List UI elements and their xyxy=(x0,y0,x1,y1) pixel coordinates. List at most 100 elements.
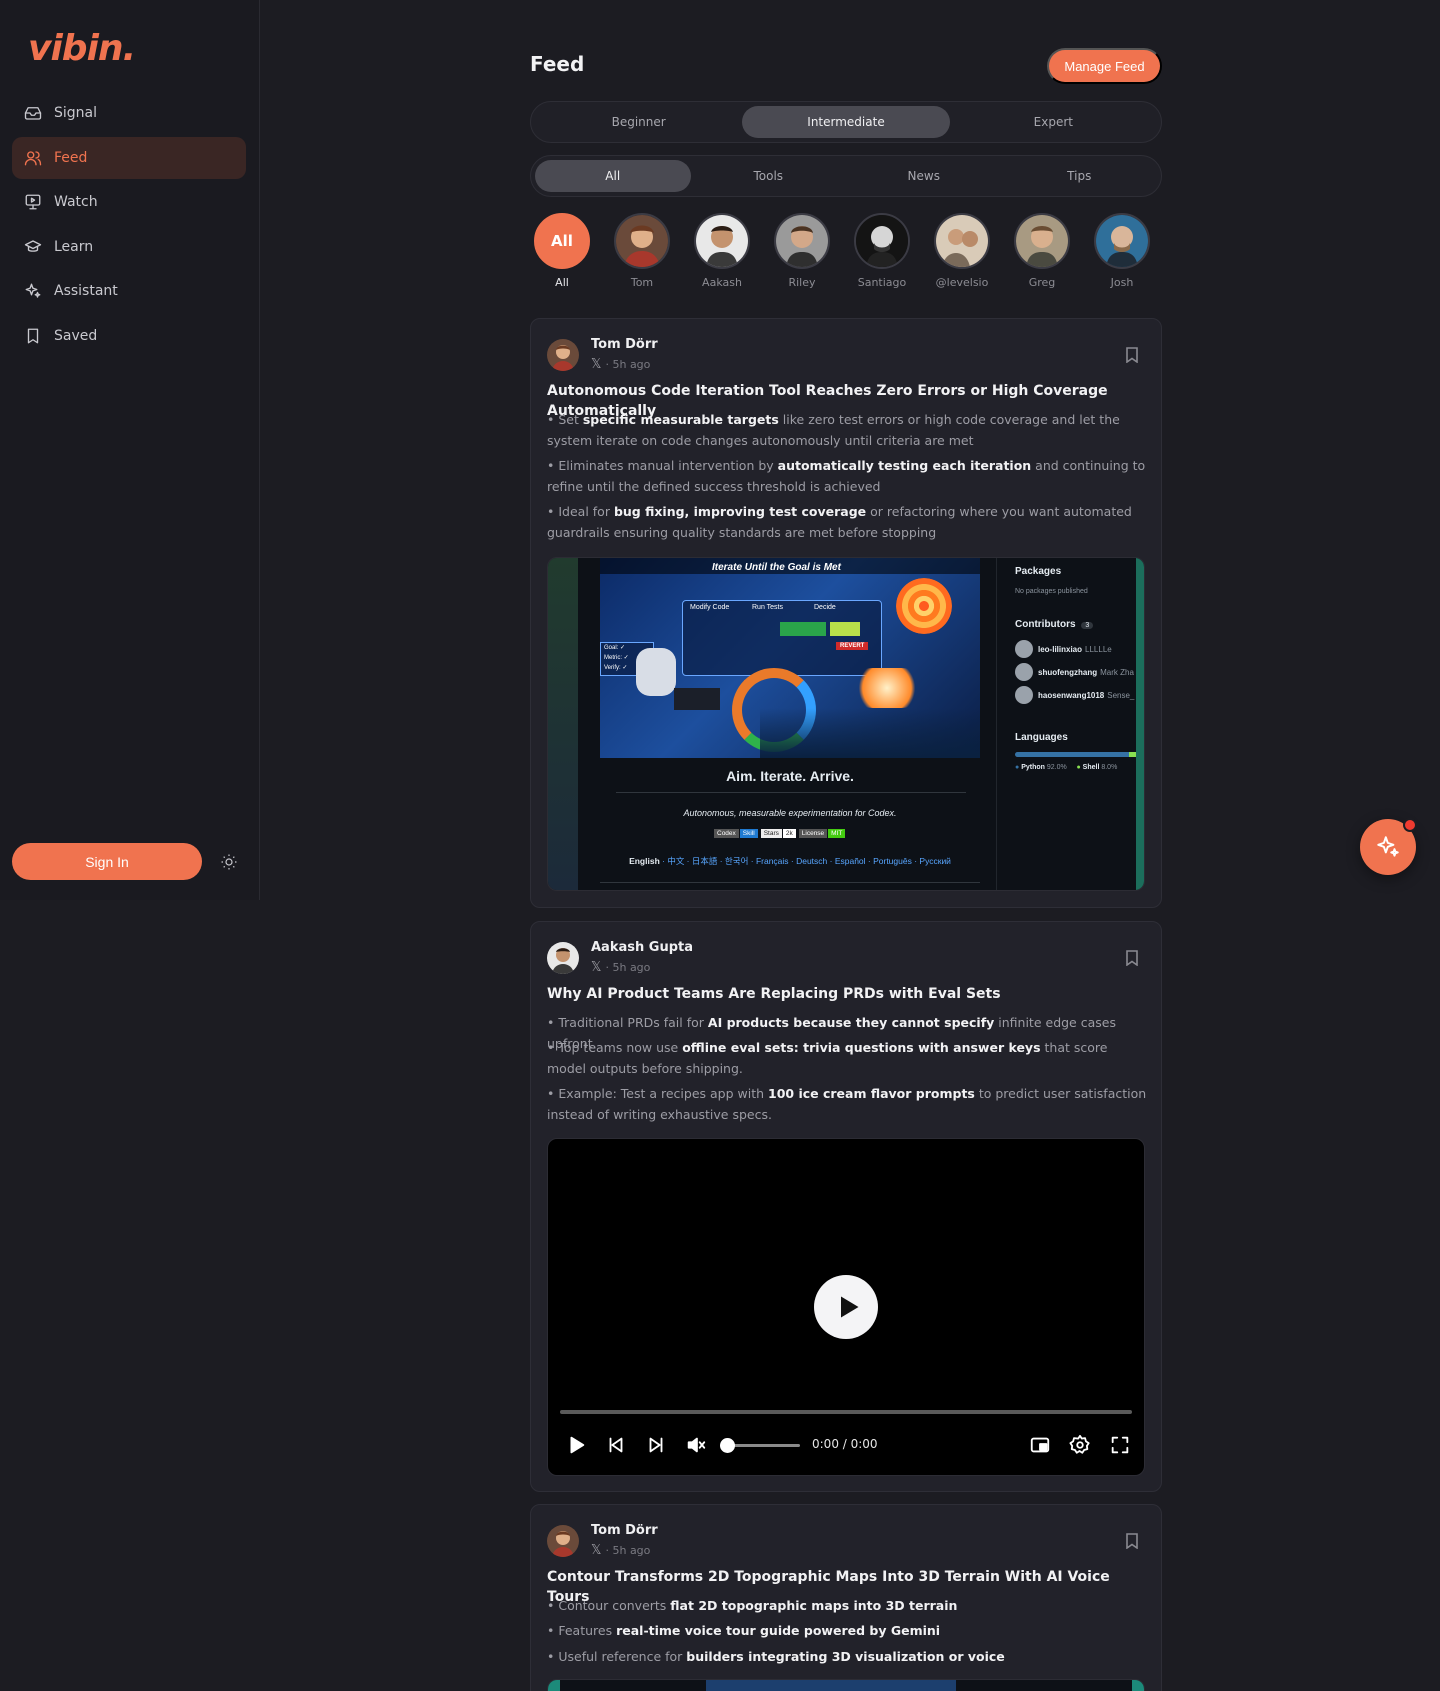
sign-in-button[interactable]: Sign In xyxy=(12,843,202,880)
banner-title: Iterate Until the Goal is Met xyxy=(712,562,841,573)
author-label: @levelsio xyxy=(935,276,989,289)
sidebar-nav: Signal Feed Watch Learn Assistant Saved xyxy=(12,92,246,359)
level-intermediate[interactable]: Intermediate xyxy=(742,106,950,138)
play-icon xyxy=(841,1296,859,1318)
avatar xyxy=(1015,686,1033,704)
video-time: 0:00 / 0:00 xyxy=(812,1437,878,1451)
bookmark-icon xyxy=(24,327,42,345)
post-meta: 𝕏 · 5h ago xyxy=(591,960,650,975)
contributor-row[interactable]: shuofengzhang Mark Zha xyxy=(1015,663,1134,681)
sidebar-item-saved[interactable]: Saved xyxy=(12,315,246,357)
volume-knob[interactable] xyxy=(720,1438,735,1453)
post-title[interactable]: Why AI Product Teams Are Replacing PRDs … xyxy=(547,984,1147,1004)
play-button[interactable] xyxy=(564,1433,588,1457)
volume-slider[interactable] xyxy=(728,1444,800,1447)
post-bullet: • Set specific measurable targets like z… xyxy=(547,412,1120,448)
avatar[interactable] xyxy=(547,942,579,974)
x-icon: 𝕏 xyxy=(591,960,602,975)
post-author[interactable]: Tom Dörr xyxy=(591,337,658,352)
x-icon: 𝕏 xyxy=(591,357,602,372)
author-label: Tom xyxy=(630,276,654,289)
tab-news[interactable]: News xyxy=(846,160,1002,192)
x-icon: 𝕏 xyxy=(591,1543,602,1558)
avatar xyxy=(694,213,750,269)
level-selector: Beginner Intermediate Expert xyxy=(530,101,1162,143)
bookmark-icon[interactable] xyxy=(1125,950,1139,967)
level-beginner[interactable]: Beginner xyxy=(535,106,742,138)
bookmark-icon[interactable] xyxy=(1125,1533,1139,1550)
post-author[interactable]: Tom Dörr xyxy=(591,1523,658,1538)
post-media-image[interactable] xyxy=(547,1679,1145,1691)
avatar xyxy=(614,213,670,269)
mute-icon[interactable] xyxy=(684,1433,708,1457)
tab-tools[interactable]: Tools xyxy=(691,160,847,192)
sidebar-item-feed[interactable]: Feed xyxy=(12,136,246,179)
author-label: Riley xyxy=(788,276,816,289)
post-bullet: • Top teams now use offline eval sets: t… xyxy=(547,1040,1108,1076)
post-time: · 5h ago xyxy=(605,358,651,371)
page-title: Feed xyxy=(530,52,585,76)
logo[interactable]: vibin. xyxy=(28,28,136,69)
inbox-icon xyxy=(24,104,42,122)
post-author[interactable]: Aakash Gupta xyxy=(591,940,693,955)
notification-dot xyxy=(1403,818,1417,832)
repo-sidebar: Packages No packages published Contribut… xyxy=(996,558,1144,890)
contributor-row[interactable]: haosenwang1018 Sense_ xyxy=(1015,686,1134,704)
post-bullet: • Ideal for bug fixing, improving test c… xyxy=(547,504,1132,540)
avatar xyxy=(1015,663,1033,681)
sidebar-item-assistant[interactable]: Assistant xyxy=(12,270,246,312)
contributor-row[interactable]: leo-lilinxiao LLLLLe xyxy=(1015,640,1112,658)
sidebar-item-label: Assistant xyxy=(54,283,118,299)
author-label: Greg xyxy=(1028,276,1056,289)
repo-subtitle: Autonomous, measurable experimentation f… xyxy=(683,808,897,818)
video-controls: 0:00 / 0:00 xyxy=(548,1425,1144,1465)
author-filter-tom[interactable]: Tom xyxy=(602,213,682,289)
author-filter-riley[interactable]: Riley xyxy=(762,213,842,289)
previous-icon[interactable] xyxy=(604,1433,628,1457)
author-filter-greg[interactable]: Greg xyxy=(1002,213,1082,289)
author-label: Santiago xyxy=(857,276,907,289)
play-overlay-button[interactable] xyxy=(814,1275,878,1339)
post-media-image[interactable]: Iterate Until the Goal is Met Modify Cod… xyxy=(547,557,1145,891)
author-label: Josh xyxy=(1110,276,1134,289)
repo-languages-line: English · 中文 · 日本語 · 한국어 · Français · De… xyxy=(629,856,951,866)
sidebar-item-watch[interactable]: Watch xyxy=(12,181,246,223)
avatar xyxy=(854,213,910,269)
sidebar: vibin. Signal Feed Watch Learn Assistant… xyxy=(0,0,260,900)
author-filter-aakash[interactable]: Aakash xyxy=(682,213,762,289)
sparkles-icon xyxy=(24,282,42,300)
post-time: · 5h ago xyxy=(605,961,651,974)
tab-all[interactable]: All xyxy=(535,160,691,192)
avatar[interactable] xyxy=(547,339,579,371)
author-filter: All All Tom Aakash Riley Santiago @level… xyxy=(530,213,1162,298)
post-card[interactable]: Tom Dörr 𝕏 · 5h ago Autonomous Code Itera… xyxy=(530,318,1162,908)
video-progress-bar[interactable] xyxy=(560,1410,1132,1414)
bookmark-icon[interactable] xyxy=(1125,347,1139,364)
author-label: All xyxy=(555,276,569,289)
monitor-play-icon xyxy=(24,193,42,211)
avatar[interactable] xyxy=(547,1525,579,1557)
video-player[interactable]: 0:00 / 0:00 xyxy=(547,1138,1145,1476)
picture-in-picture-icon[interactable] xyxy=(1028,1433,1052,1457)
post-meta: 𝕏 · 5h ago xyxy=(591,1543,650,1558)
author-filter-josh[interactable]: Josh xyxy=(1082,213,1162,289)
sparkles-icon xyxy=(1377,836,1399,857)
level-expert[interactable]: Expert xyxy=(950,106,1157,138)
author-filter-levelsio[interactable]: @levelsio xyxy=(922,213,1002,289)
tab-tips[interactable]: Tips xyxy=(1002,160,1158,192)
fullscreen-icon[interactable] xyxy=(1108,1433,1132,1457)
sidebar-item-learn[interactable]: Learn xyxy=(12,226,246,268)
next-icon[interactable] xyxy=(644,1433,668,1457)
sidebar-item-signal[interactable]: Signal xyxy=(12,92,246,134)
author-filter-santiago[interactable]: Santiago xyxy=(842,213,922,289)
manage-feed-button[interactable]: Manage Feed xyxy=(1047,48,1162,84)
post-bullet: • Contour converts flat 2D topographic m… xyxy=(547,1598,958,1613)
author-filter-all[interactable]: All All xyxy=(522,213,602,289)
settings-icon[interactable] xyxy=(1068,1433,1092,1457)
post-card[interactable]: Aakash Gupta 𝕏 · 5h ago Why AI Product Te… xyxy=(530,921,1162,1492)
sidebar-item-label: Saved xyxy=(54,327,98,344)
post-card[interactable]: Tom Dörr 𝕏 · 5h ago Contour Transforms 2D… xyxy=(530,1504,1162,1691)
sun-icon[interactable] xyxy=(218,851,240,873)
banner-illustration: Iterate Until the Goal is Met Modify Cod… xyxy=(600,558,980,758)
post-bullet: • Features real-time voice tour guide po… xyxy=(547,1623,941,1638)
